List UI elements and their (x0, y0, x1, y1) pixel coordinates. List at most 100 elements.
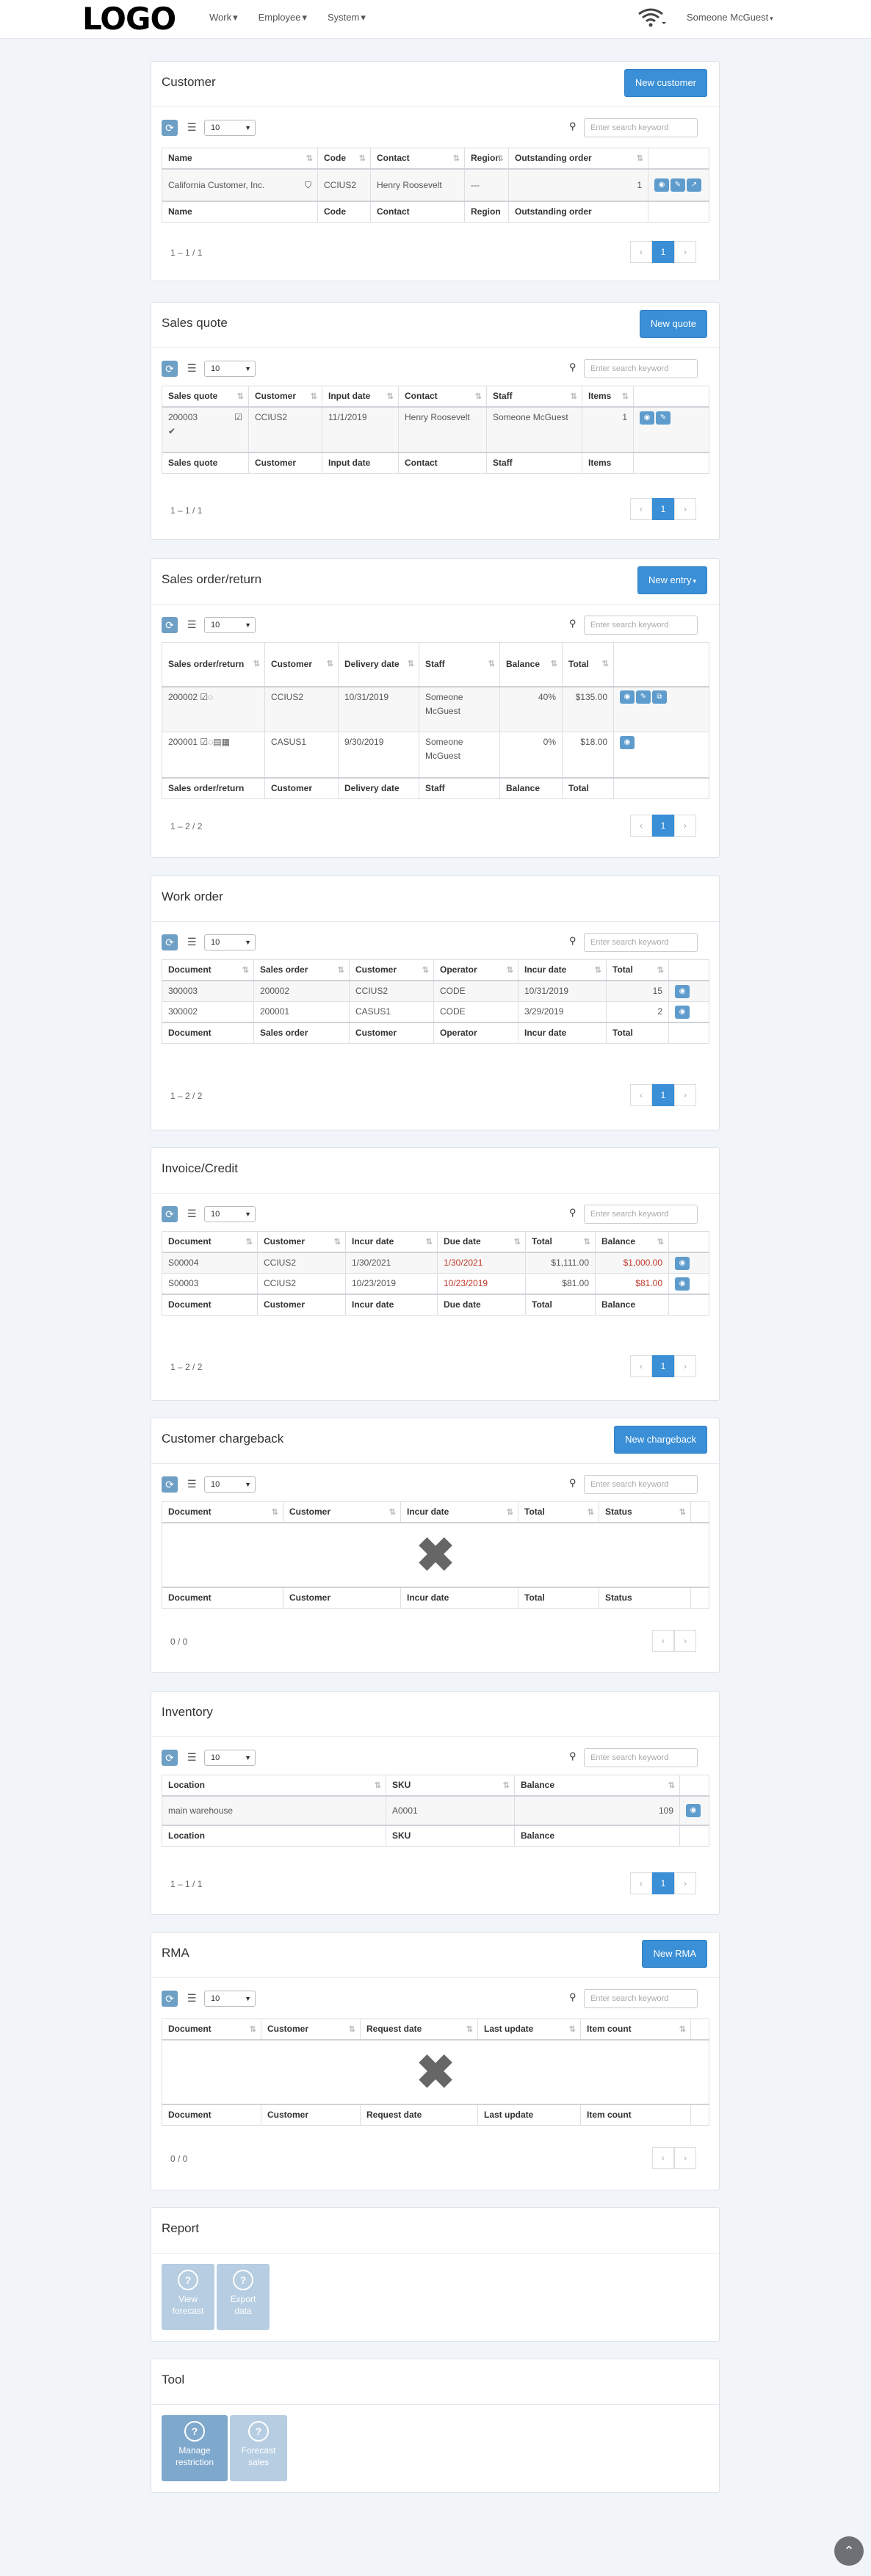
column-header[interactable]: Due date ⇅ (437, 1231, 526, 1253)
search-input[interactable]: Enter search keyword (584, 1748, 698, 1767)
next-page-button[interactable]: › (674, 498, 696, 520)
next-page-button[interactable]: › (674, 1355, 696, 1377)
page-button[interactable]: 1 (652, 498, 674, 520)
scroll-to-top-icon[interactable]: ⌃ (834, 2536, 864, 2566)
search-input[interactable]: Enter search keyword (584, 118, 698, 137)
manage-restriction-tile[interactable]: ? Manage restriction (162, 2415, 228, 2481)
column-header[interactable]: Total ⇅ (562, 642, 614, 688)
view-icon[interactable]: ◉ (675, 984, 690, 998)
prev-page-button[interactable]: ‹ (652, 1630, 674, 1652)
refresh-icon[interactable]: ⟳ (162, 1476, 178, 1493)
column-header[interactable]: Balance ⇅ (595, 1231, 669, 1253)
column-header[interactable]: Customer ⇅ (349, 959, 434, 981)
view-icon[interactable]: ◉ (620, 735, 635, 749)
page-size-select[interactable]: 10 ▼ (204, 617, 256, 633)
refresh-icon[interactable]: ⟳ (162, 1206, 178, 1222)
new-rma-button[interactable]: New RMA (642, 1940, 707, 1968)
menu-employee[interactable]: Employee ▾ (259, 12, 307, 24)
column-header[interactable]: Code ⇅ (317, 148, 371, 170)
refresh-icon[interactable]: ⟳ (162, 361, 178, 377)
page-button[interactable]: 1 (652, 1355, 674, 1377)
prev-page-button[interactable]: ‹ (630, 815, 652, 837)
view-icon[interactable]: ◉ (675, 1256, 690, 1270)
column-header[interactable]: Customer ⇅ (264, 642, 339, 688)
refresh-icon[interactable]: ⟳ (162, 1991, 178, 2007)
edit-icon[interactable]: ✎ (671, 178, 685, 192)
search-input[interactable]: Enter search keyword (584, 359, 698, 378)
column-header[interactable]: Sales order ⇅ (253, 959, 350, 981)
prev-page-button[interactable]: ‹ (630, 1872, 652, 1894)
view-icon[interactable]: ◉ (675, 1005, 690, 1019)
column-header[interactable]: Region ⇅ (464, 148, 509, 170)
page-size-select[interactable]: 10 ▼ (204, 934, 256, 950)
view-icon[interactable]: ◉ (654, 178, 669, 192)
column-header[interactable]: Balance ⇅ (514, 1775, 680, 1797)
page-size-select[interactable]: 10 ▼ (204, 1476, 256, 1493)
column-header[interactable]: Incur date ⇅ (518, 959, 607, 981)
prev-page-button[interactable]: ‹ (630, 1084, 652, 1106)
page-button[interactable]: 1 (652, 815, 674, 837)
column-header[interactable]: Request date ⇅ (360, 2018, 478, 2041)
column-header[interactable]: Delivery date ⇅ (338, 642, 419, 688)
menu-work[interactable]: Work ▾ (209, 12, 238, 24)
column-header[interactable]: Total ⇅ (518, 1501, 599, 1523)
column-header[interactable]: Staff ⇅ (419, 642, 500, 688)
search-input[interactable]: Enter search keyword (584, 1989, 698, 2008)
export-data-tile[interactable]: ? Export data (217, 2264, 270, 2330)
page-button[interactable]: 1 (652, 241, 674, 263)
column-header[interactable]: Sales quote ⇅ (162, 386, 249, 408)
column-header[interactable]: Incur date ⇅ (345, 1231, 438, 1253)
view-icon[interactable]: ◉ (640, 411, 654, 425)
column-header[interactable]: Incur date ⇅ (400, 1501, 518, 1523)
next-page-button[interactable]: › (674, 815, 696, 837)
new-customer-button[interactable]: New customer (624, 69, 707, 97)
view-icon[interactable]: ◉ (675, 1277, 690, 1291)
column-header[interactable]: Customer ⇅ (248, 386, 322, 408)
logo[interactable]: LOGO (82, 1, 176, 37)
search-input[interactable]: Enter search keyword (584, 1205, 698, 1224)
column-header[interactable]: Items ⇅ (582, 386, 634, 408)
column-header[interactable]: Balance ⇅ (499, 642, 563, 688)
column-header[interactable]: Sales order/return ⇅ (162, 642, 265, 688)
copy-icon[interactable]: ⧉ (652, 690, 667, 704)
prev-page-button[interactable]: ‹ (630, 498, 652, 520)
column-header[interactable]: Contact ⇅ (398, 386, 487, 408)
column-header[interactable]: Outstanding order ⇅ (508, 148, 648, 170)
view-icon[interactable]: ◉ (620, 690, 635, 704)
edit-icon[interactable]: ✎ (636, 690, 651, 704)
search-input[interactable]: Enter search keyword (584, 933, 698, 952)
view-forecast-tile[interactable]: ? View forecast (162, 2264, 214, 2330)
column-header[interactable]: Operator ⇅ (433, 959, 518, 981)
refresh-icon[interactable]: ⟳ (162, 934, 178, 950)
view-icon[interactable]: ◉ (686, 1804, 701, 1818)
column-header[interactable]: Customer ⇅ (257, 1231, 346, 1253)
prev-page-button[interactable]: ‹ (630, 1355, 652, 1377)
refresh-icon[interactable]: ⟳ (162, 1750, 178, 1766)
column-header[interactable]: Item count ⇅ (580, 2018, 691, 2041)
next-page-button[interactable]: › (674, 1872, 696, 1894)
column-header[interactable]: Document ⇅ (162, 959, 254, 981)
prev-page-button[interactable]: ‹ (652, 2147, 674, 2169)
next-page-button[interactable]: › (674, 2147, 696, 2169)
search-input[interactable]: Enter search keyword (584, 1475, 698, 1494)
page-button[interactable]: 1 (652, 1872, 674, 1894)
column-header[interactable]: Last update ⇅ (477, 2018, 581, 2041)
page-size-select[interactable]: 10 ▼ (204, 361, 256, 377)
forecast-sales-tile[interactable]: ? Forecast sales (230, 2415, 287, 2481)
column-header[interactable]: Status ⇅ (599, 1501, 691, 1523)
page-size-select[interactable]: 10 ▼ (204, 120, 256, 136)
column-header[interactable]: Input date ⇅ (322, 386, 399, 408)
next-page-button[interactable]: › (674, 241, 696, 263)
refresh-icon[interactable]: ⟳ (162, 617, 178, 633)
menu-system[interactable]: System ▾ (328, 12, 366, 24)
column-header[interactable]: Total ⇅ (606, 959, 669, 981)
new-entry-button[interactable]: New entry ▾ (637, 566, 707, 594)
prev-page-button[interactable]: ‹ (630, 241, 652, 263)
column-header[interactable]: Customer ⇅ (283, 1501, 401, 1523)
refresh-icon[interactable]: ⟳ (162, 120, 178, 136)
page-size-select[interactable]: 10 ▼ (204, 1206, 256, 1222)
column-header[interactable]: Document ⇅ (162, 1501, 283, 1523)
user-menu[interactable]: Someone McGuest ▾ (687, 12, 773, 23)
page-size-select[interactable]: 10 ▼ (204, 1991, 256, 2007)
column-header[interactable]: Contact ⇅ (370, 148, 465, 170)
